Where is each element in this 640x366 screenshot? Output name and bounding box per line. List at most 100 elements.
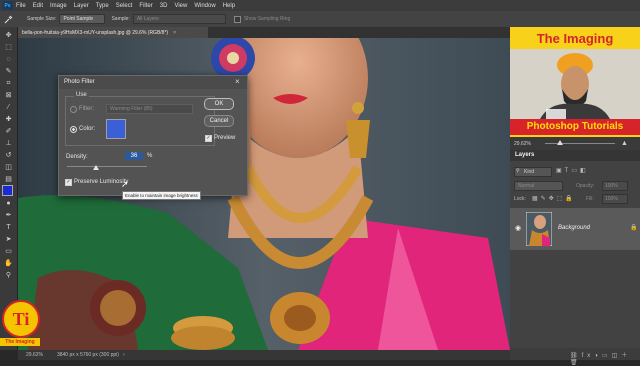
color-swatch[interactable] <box>106 119 126 139</box>
kind-label: Kind <box>524 169 535 175</box>
photo-filter-dialog: Photo Filter × Use Filter: Warming Filte… <box>58 75 248 196</box>
dialog-title: Photo Filter <box>64 79 95 85</box>
shape-tool-icon[interactable]: ▭ <box>4 247 13 256</box>
document-tab-title: bella-pon-fruitsia-y9HsMX3-mUY-unsplash.… <box>22 29 169 36</box>
crop-tool-icon[interactable]: ⌗ <box>4 79 13 88</box>
healing-tool-icon[interactable]: ✚ <box>4 115 13 124</box>
filter-label: Filter: <box>79 106 94 112</box>
layer-row-background[interactable]: ◉ Background 🔒 <box>510 208 640 250</box>
layer-lock-icon: 🔒 <box>630 225 638 231</box>
filter-select[interactable]: Warming Filter (85) <box>106 104 193 114</box>
sample-label: Sample: <box>111 16 130 22</box>
density-label: Density: <box>66 154 88 160</box>
blend-mode-select[interactable]: Normal <box>514 181 563 191</box>
kind-filter-select[interactable]: ⚲ Kind <box>514 167 552 177</box>
show-ring-checkbox[interactable] <box>233 15 241 23</box>
layer-actions-icons[interactable]: ⛓fx◑▭◫＋🗑 <box>570 350 640 366</box>
preview-checkbox[interactable]: ✓ <box>205 135 212 142</box>
sample-select[interactable]: All Layers <box>132 14 226 24</box>
navigator-slider-thumb[interactable] <box>556 140 563 145</box>
sample-size-select[interactable]: Point Sample <box>59 14 106 24</box>
layers-footer: ⛓fx◑▭◫＋🗑 <box>510 348 640 366</box>
dialog-close-icon[interactable]: × <box>235 77 240 86</box>
color-radio[interactable] <box>70 126 77 133</box>
menu-image[interactable]: Image <box>50 3 67 9</box>
opacity-label: Opacity: <box>576 183 595 189</box>
status-doc-size: 3840 px x 5760 px (300 ppi) <box>56 352 119 358</box>
opacity-input[interactable]: 100% <box>602 181 628 191</box>
layer-thumbnail <box>526 212 552 246</box>
layers-tab[interactable]: Layers <box>515 152 534 158</box>
options-bar: Sample Size: Point Sample Sample: All La… <box>0 11 640 28</box>
zoom-tool-icon[interactable]: ⚲ <box>4 271 13 280</box>
density-unit: % <box>147 153 153 159</box>
photoshop-logo-icon[interactable]: Ps <box>2 1 13 10</box>
status-bar: 29.62% 3840 px x 5760 px (300 ppi) › <box>18 350 510 360</box>
menu-file[interactable]: File <box>16 3 26 9</box>
stamp-tool-icon[interactable]: ⊥ <box>4 139 13 148</box>
show-ring-label: Show Sampling Ring <box>243 16 291 22</box>
logo-mark: Ti <box>2 300 40 338</box>
brush-tool-icon[interactable]: ✐ <box>4 127 13 136</box>
visibility-eye-icon[interactable]: ◉ <box>515 224 521 232</box>
frame-tool-icon[interactable]: ⊠ <box>4 91 13 100</box>
hand-tool-icon[interactable]: ✋ <box>4 259 13 268</box>
navigator-bar: 29.62% ▲ <box>510 137 640 150</box>
logo: Ti The Imaging <box>0 300 40 360</box>
type-tool-icon[interactable]: T <box>4 223 13 232</box>
sample-size-label: Sample Size: <box>27 16 57 22</box>
filter-radio[interactable] <box>70 106 77 113</box>
pen-tool-icon[interactable]: ✒ <box>4 211 13 220</box>
status-arrow-icon[interactable]: › <box>123 352 125 358</box>
presenter-thumbnail: The Imaging Photoshop Tutorials <box>510 27 640 137</box>
menu-edit[interactable]: Edit <box>33 3 43 9</box>
cancel-button[interactable]: Cancel <box>204 115 234 127</box>
zoom-in-icon[interactable]: ▲ <box>621 140 628 147</box>
history-brush-icon[interactable]: ↺ <box>4 151 13 160</box>
menu-filter[interactable]: Filter <box>139 3 152 9</box>
tooltip: Enable to maintain image brightness <box>122 191 201 200</box>
path-select-tool-icon[interactable]: ➤ <box>4 235 13 244</box>
eyedropper-tool-icon[interactable]: ⁄ <box>4 103 13 112</box>
menu-window[interactable]: Window <box>194 3 215 9</box>
navigator-zoom-slider[interactable] <box>544 140 615 145</box>
mouse-cursor-icon: ➚ <box>121 179 129 189</box>
lock-label: Lock: <box>514 196 526 202</box>
thumbnail-title: The Imaging <box>536 31 614 46</box>
gradient-tool-icon[interactable]: ▤ <box>4 175 13 184</box>
document-tab[interactable]: bella-pon-fruitsia-y9HsMX3-mUY-unsplash.… <box>18 27 208 38</box>
foreground-color-swatch[interactable] <box>2 185 13 196</box>
navigator-zoom[interactable]: 29.62% <box>514 141 531 147</box>
eyedropper-icon[interactable] <box>4 15 13 24</box>
logo-caption: The Imaging <box>0 338 40 346</box>
layers-panel: Layers ⚲ Kind ▣T▭◧ Normal Opacity: 100% … <box>510 150 640 366</box>
menu-layer[interactable]: Layer <box>74 3 89 9</box>
layer-filter-icons[interactable]: ▣T▭◧ <box>556 167 589 174</box>
dodge-tool-icon[interactable]: ● <box>4 199 13 208</box>
density-slider-track[interactable] <box>67 166 147 167</box>
thumbnail-subtitle: Photoshop Tutorials <box>510 119 640 135</box>
menu-view[interactable]: View <box>174 3 187 9</box>
move-tool-icon[interactable]: ✥ <box>4 31 13 40</box>
density-input[interactable]: 36 <box>125 152 143 160</box>
menu-help[interactable]: Help <box>223 3 235 9</box>
menu-select[interactable]: Select <box>116 3 133 9</box>
menu-3d[interactable]: 3D <box>160 3 168 9</box>
ok-button[interactable]: OK <box>204 98 234 110</box>
preserve-luminosity-checkbox[interactable]: ✓ <box>65 179 72 186</box>
quick-select-tool-icon[interactable]: ✎ <box>4 67 13 76</box>
menu-type[interactable]: Type <box>96 3 109 9</box>
presenter-image <box>510 49 640 119</box>
menu-bar: Ps File Edit Image Layer Type Select Fil… <box>0 0 640 11</box>
layer-name[interactable]: Background <box>558 225 590 231</box>
density-slider-thumb[interactable] <box>92 165 99 170</box>
lock-icons[interactable]: ▦✎✥⬚🔒 <box>532 195 576 202</box>
marquee-tool-icon[interactable]: ⬚ <box>4 43 13 52</box>
fill-input[interactable]: 100% <box>602 194 628 204</box>
lasso-tool-icon[interactable]: ◌ <box>4 55 13 64</box>
use-label: Use <box>74 92 89 98</box>
close-tab-icon[interactable]: × <box>173 30 176 36</box>
preview-label: Preview <box>214 135 236 141</box>
eraser-tool-icon[interactable]: ◫ <box>4 163 13 172</box>
fill-label: Fill: <box>586 196 594 202</box>
